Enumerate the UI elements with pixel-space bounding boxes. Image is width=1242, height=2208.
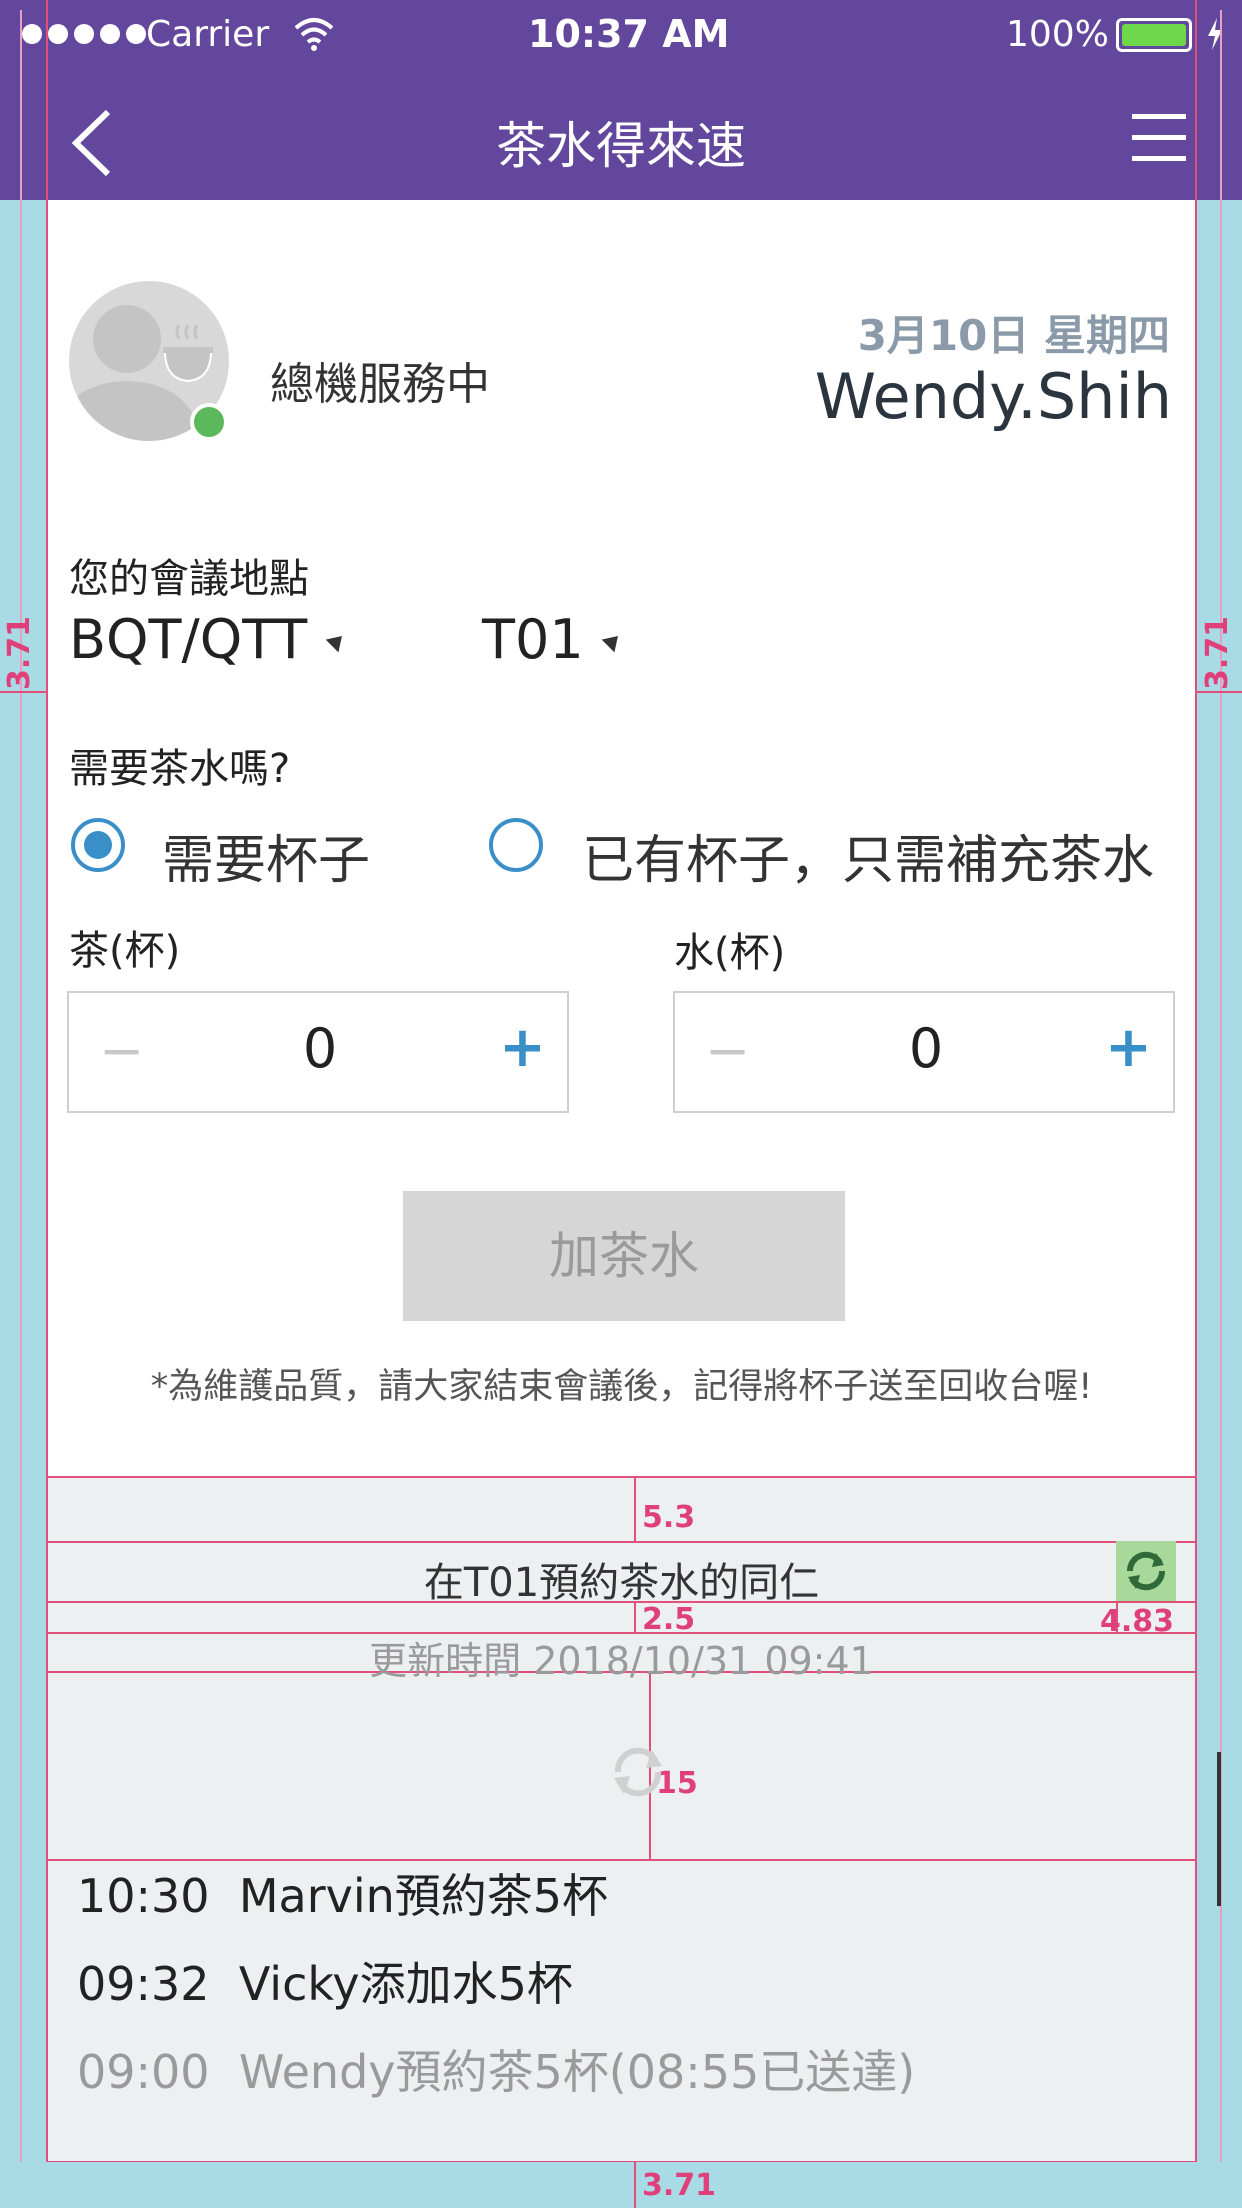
room-value: T01	[482, 608, 584, 671]
status-bar: Carrier 10:37 AM 100%	[0, 0, 1242, 68]
location-label: 您的會議地點	[69, 556, 309, 602]
booking-time: 09:32	[77, 1957, 210, 2011]
hamburger-menu-icon[interactable]	[1132, 112, 1186, 162]
guide-line	[46, 0, 48, 2208]
online-status-dot	[190, 403, 228, 441]
radio-refill-only[interactable]	[489, 818, 543, 872]
guide-line	[47, 1541, 1196, 1543]
booking-time: 09:00	[77, 2045, 210, 2099]
page-title: 茶水得來速	[496, 117, 746, 175]
carrier-label: Carrier	[146, 14, 270, 55]
tea-plus-button[interactable]: +	[499, 1015, 546, 1080]
bookings-title: 在T01預約茶水的同仁	[423, 1560, 820, 1606]
date-label: 3月10日 星期四	[857, 311, 1170, 360]
bottom-guide-strip	[0, 2162, 1242, 2208]
need-tea-label: 需要茶水嗎?	[69, 746, 291, 792]
battery-icon	[1116, 18, 1192, 52]
building-select[interactable]: BQT/QTT	[69, 608, 369, 678]
guide-line	[20, 10, 22, 2200]
service-status: 總機服務中	[270, 359, 490, 410]
nav-bar: 茶水得來速	[0, 68, 1242, 200]
user-name: Wendy.Shih	[814, 360, 1172, 433]
tea-count: 0	[302, 1017, 338, 1080]
room-select[interactable]: T01	[482, 608, 622, 678]
booking-text: Wendy預約茶5杯(08:55已送達)	[238, 2045, 916, 2099]
wifi-icon	[294, 18, 334, 51]
tea-stepper: − 0 +	[67, 991, 569, 1113]
signal-icon	[22, 24, 146, 44]
water-count: 0	[908, 1017, 944, 1080]
add-tea-button[interactable]: 加茶水	[403, 1191, 845, 1321]
water-stepper: − 0 +	[673, 991, 1175, 1113]
scrollbar[interactable]	[1217, 1752, 1221, 1906]
clock: 10:37 AM	[528, 12, 730, 56]
loading-spinner-icon	[614, 1747, 662, 1797]
side-guide-left	[0, 0, 47, 2208]
guide-line	[634, 2162, 636, 2208]
option-refill-only[interactable]: 已有杯子，只需補充茶水	[582, 818, 1154, 893]
guide-line	[1195, 0, 1197, 2208]
booking-text: Marvin預約茶5杯	[238, 1869, 609, 1923]
guide-label-gap-top: 5.3	[642, 1500, 696, 1535]
refresh-button[interactable]	[1116, 1541, 1176, 1601]
recycle-notice: *為維護品質，請大家結束會議後，記得將杯子送至回收台喔!	[150, 1367, 1093, 1407]
battery-percent: 100%	[1006, 14, 1109, 55]
list-item: 10:30 Marvin預約茶5杯	[77, 1860, 608, 1926]
water-label: 水(杯)	[674, 930, 786, 976]
water-plus-button[interactable]: +	[1105, 1015, 1152, 1080]
guide-line	[634, 1477, 636, 1541]
guide-line	[1196, 691, 1242, 693]
charging-icon	[1208, 18, 1222, 50]
guide-line	[0, 691, 46, 693]
guide-line	[47, 1476, 1196, 1478]
booking-time: 10:30	[77, 1869, 210, 1923]
guide-label-side-left: 3.71	[2, 615, 37, 690]
guide-label-bottom: 3.71	[642, 2168, 717, 2203]
refresh-icon	[1126, 1551, 1166, 1591]
updated-time: 更新時間 2018/10/31 09:41	[369, 1639, 874, 1683]
list-item: 09:32 Vicky添加水5杯	[77, 1948, 573, 2014]
radio-need-cup[interactable]	[71, 818, 125, 872]
booking-text: Vicky添加水5杯	[238, 1957, 573, 2011]
option-need-cup[interactable]: 需要杯子	[162, 818, 370, 893]
radio-selected-dot	[84, 831, 112, 859]
building-value: BQT/QTT	[69, 608, 308, 671]
guide-label-side-right: 3.71	[1200, 615, 1235, 690]
list-item: 09:00 Wendy預約茶5杯(08:55已送達)	[77, 2036, 915, 2102]
tea-label: 茶(杯)	[69, 928, 181, 974]
